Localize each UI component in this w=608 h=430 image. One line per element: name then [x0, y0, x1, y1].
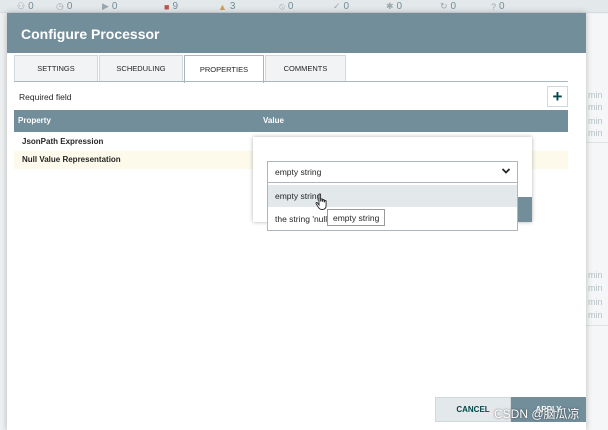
bg-min-label: min	[588, 310, 603, 320]
status-invalid: ▲ 3	[218, 1, 236, 12]
tab-comments[interactable]: COMMENTS	[265, 55, 346, 81]
refresh-icon: ↻	[440, 1, 448, 11]
canvas-background	[586, 14, 608, 430]
bg-min-label: min	[588, 270, 603, 280]
tab-scheduling[interactable]: SCHEDULING	[99, 55, 183, 81]
option-tooltip: empty string	[327, 209, 386, 226]
status-up-to-date: ✓ 0	[333, 1, 350, 12]
stopwatch-icon: ◷	[56, 1, 64, 11]
question-icon: ?	[491, 1, 497, 12]
stop-icon: ■	[164, 1, 170, 12]
tab-settings[interactable]: SETTINGS	[14, 55, 98, 81]
option-string-null[interactable]: the string 'null'	[268, 208, 517, 230]
option-empty-string[interactable]: empty string	[268, 185, 517, 207]
check-icon: ✓	[333, 1, 341, 11]
value-select[interactable]: empty string	[267, 161, 518, 183]
bg-divider	[586, 325, 608, 326]
bg-min-label: min	[588, 102, 603, 112]
status-stopped: ■ 9	[164, 1, 178, 12]
play-icon: ▶	[102, 1, 109, 11]
bg-min-label: min	[588, 90, 603, 100]
bg-divider	[586, 142, 608, 143]
bg-min-label: min	[588, 128, 603, 138]
property-name: Null Value Representation	[22, 155, 121, 164]
dialog-title: Configure Processor	[21, 26, 160, 42]
bg-min-label: min	[588, 116, 603, 126]
asterisk-icon: ✱	[386, 1, 394, 11]
hand-cursor-icon	[315, 193, 329, 216]
watermark-text: CSDN @脑瓜凉	[494, 407, 580, 421]
properties-grid-header: Property Value	[14, 110, 568, 132]
property-name: JsonPath Expression	[22, 137, 104, 146]
disabled-icon: ⦸	[279, 1, 285, 11]
status-running: ▶ 0	[102, 1, 118, 12]
status-locally-modified: ✱ 0	[386, 1, 403, 12]
status-bar: ⚇ 0 ◷ 0 ▶ 0 ■ 9 ▲ 3 ⦸ 0 ✓ 0 ✱ 0 ↻ 0 ? 0	[0, 0, 608, 13]
dialog-header: Configure Processor	[7, 13, 586, 53]
tab-bar: SETTINGS SCHEDULING PROPERTIES COMMENTS	[14, 55, 347, 83]
chevron-down-icon[interactable]	[501, 166, 511, 179]
tab-properties[interactable]: PROPERTIES	[184, 55, 264, 83]
value-options-list: empty string the string 'null'	[267, 183, 518, 231]
bg-min-label: min	[588, 297, 603, 307]
plus-icon: +	[552, 87, 563, 106]
selected-value: empty string	[275, 167, 322, 177]
status-active-threads: ◷ 0	[56, 1, 73, 12]
column-header-property: Property	[18, 116, 51, 125]
status-sync-failure: ? 0	[491, 1, 505, 12]
tab-underline	[14, 81, 568, 82]
bg-min-label: min	[588, 283, 603, 293]
required-field-label: Required field	[19, 92, 72, 102]
status-stale: ↻ 0	[440, 1, 457, 12]
add-property-button[interactable]: +	[547, 86, 568, 107]
warning-icon: ▲	[218, 1, 227, 12]
status-disabled: ⦸ 0	[279, 1, 294, 12]
status-cluster: ⚇ 0	[17, 1, 34, 12]
column-header-value: Value	[263, 116, 284, 125]
cluster-icon: ⚇	[17, 1, 26, 11]
